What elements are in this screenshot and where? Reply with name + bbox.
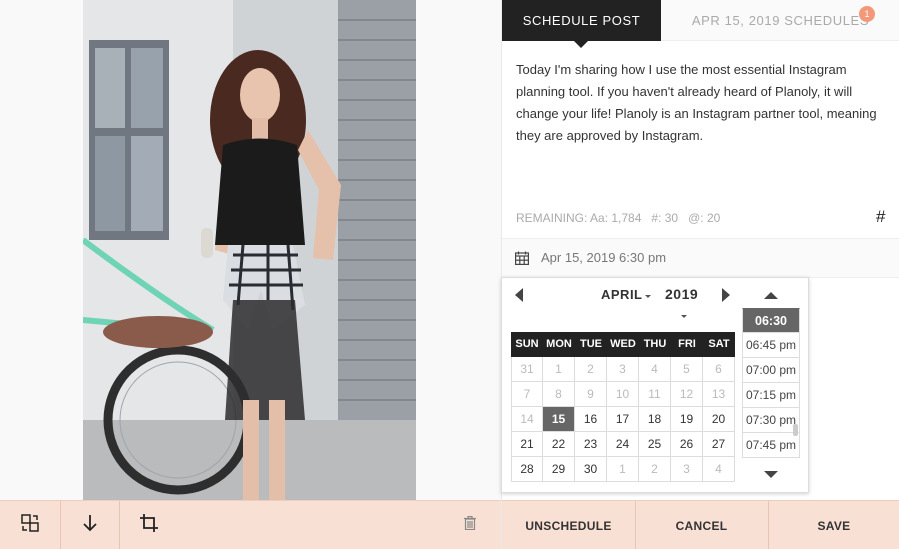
weekday-label: MON (546, 338, 572, 350)
weekday-label: FRI (678, 338, 696, 350)
time-option[interactable]: 07:45 pm (742, 433, 800, 458)
calendar-day[interactable]: 10 (607, 382, 639, 407)
tab-schedule-post[interactable]: SCHEDULE POST (502, 0, 661, 48)
time-option[interactable]: 07:30 pm (742, 408, 800, 433)
calendar-day[interactable]: 22 (543, 432, 575, 457)
save-button[interactable]: SAVE (768, 501, 899, 549)
time-up-icon[interactable] (764, 292, 778, 299)
tab-label: SCHEDULE POST (522, 13, 641, 28)
weekday-label: SUN (515, 338, 539, 350)
schedule-date-field[interactable]: Apr 15, 2019 6:30 pm (502, 239, 899, 278)
remaining-label: REMAINING: (516, 211, 588, 225)
calendar-week: 14 15 16 17 18 19 20 (511, 407, 735, 432)
delete-button[interactable] (455, 501, 485, 549)
remaining-hashtags: #: 30 (651, 211, 679, 225)
download-button[interactable] (60, 501, 120, 549)
hashtag-button[interactable]: # (876, 207, 885, 227)
time-list: 06:30 06:45 pm 07:00 pm 07:15 pm 07:30 p… (742, 308, 800, 458)
calendar-day[interactable]: 13 (703, 382, 735, 407)
calendar-day[interactable]: 28 (511, 457, 543, 482)
calendar-day[interactable]: 6 (703, 357, 735, 382)
crop-icon (139, 513, 159, 538)
next-month-icon[interactable] (722, 288, 730, 302)
action-bar: UNSCHEDULE CANCEL SAVE (502, 500, 899, 549)
calendar-icon (515, 251, 530, 270)
calendar-day[interactable]: 1 (607, 457, 639, 482)
cancel-button[interactable]: CANCEL (635, 501, 768, 549)
time-option[interactable]: 07:00 pm (742, 358, 800, 383)
weekday-label: WED (610, 338, 636, 350)
calendar-day[interactable]: 30 (575, 457, 607, 482)
calendar-day[interactable]: 25 (639, 432, 671, 457)
remaining-mentions: @: 20 (688, 211, 721, 225)
caption-text[interactable]: Today I'm sharing how I use the most ess… (516, 59, 888, 147)
weekday-label: THU (643, 338, 667, 350)
tab-label: APR 15, 2019 SCHEDULES (691, 13, 870, 28)
chevron-down-icon (645, 295, 651, 298)
weekday-header: SUN MON TUE WED THU FRI SAT (511, 332, 735, 357)
calendar-day[interactable]: 23 (575, 432, 607, 457)
calendar-day[interactable]: 5 (671, 357, 703, 382)
calendar-day[interactable]: 4 (703, 457, 735, 482)
calendar-day[interactable]: 3 (607, 357, 639, 382)
month-select[interactable]: APRIL (601, 287, 643, 302)
time-option-selected[interactable]: 06:30 (742, 308, 800, 333)
trash-icon (464, 515, 476, 535)
schedules-count-badge: 1 (859, 6, 875, 22)
calendar-day[interactable]: 2 (639, 457, 671, 482)
remaining-counter: REMAINING: Aa: 1,784 #: 30 @: 20 (516, 211, 720, 225)
calendar-week: 28 29 30 1 2 3 4 (511, 457, 735, 482)
calendar-day[interactable]: 14 (511, 407, 543, 432)
calendar-day-selected[interactable]: 15 (543, 407, 575, 432)
remaining-chars: Aa: 1,784 (590, 211, 642, 225)
calendar-day[interactable]: 8 (543, 382, 575, 407)
tab-bar: SCHEDULE POST APR 15, 2019 SCHEDULES 1 (502, 0, 899, 48)
weekday-label: SAT (708, 338, 730, 350)
calendar-day[interactable]: 21 (511, 432, 543, 457)
calendar-day[interactable]: 7 (511, 382, 543, 407)
date-time-picker: APRIL 2019 SUN MON TUE WED THU FRI SAT 3… (501, 277, 809, 493)
media-panel (0, 0, 501, 549)
calendar-day[interactable]: 17 (607, 407, 639, 432)
year-select[interactable]: 2019 (665, 286, 698, 302)
calendar-day[interactable]: 31 (511, 357, 543, 382)
time-scrollbar[interactable] (793, 424, 798, 436)
calendar-day[interactable]: 9 (575, 382, 607, 407)
calendar-day[interactable]: 2 (575, 357, 607, 382)
swap-icon (21, 514, 39, 537)
previous-month-icon[interactable] (515, 288, 523, 302)
arrow-down-icon (82, 514, 98, 537)
calendar-day[interactable]: 19 (671, 407, 703, 432)
schedule-date-value: Apr 15, 2019 6:30 pm (541, 250, 667, 265)
time-option[interactable]: 07:15 pm (742, 383, 800, 408)
calendar-day[interactable]: 1 (543, 357, 575, 382)
swap-media-button[interactable] (0, 501, 60, 549)
calendar-day[interactable]: 29 (543, 457, 575, 482)
crop-button[interactable] (119, 501, 179, 549)
calendar-day[interactable]: 20 (703, 407, 735, 432)
calendar-grid: SUN MON TUE WED THU FRI SAT 31 1 2 3 4 5… (511, 332, 735, 482)
calendar-day[interactable]: 12 (671, 382, 703, 407)
calendar-day[interactable]: 3 (671, 457, 703, 482)
calendar-week: 21 22 23 24 25 26 27 (511, 432, 735, 457)
calendar-week: 7 8 9 10 11 12 13 (511, 382, 735, 407)
weekday-label: TUE (580, 338, 602, 350)
chevron-down-icon (681, 315, 687, 318)
time-option[interactable]: 06:45 pm (742, 333, 800, 358)
calendar-day[interactable]: 11 (639, 382, 671, 407)
media-toolbar (0, 500, 501, 549)
post-photo (83, 0, 416, 500)
calendar-day[interactable]: 16 (575, 407, 607, 432)
calendar-week: 31 1 2 3 4 5 6 (511, 357, 735, 382)
calendar-day[interactable]: 18 (639, 407, 671, 432)
time-down-icon[interactable] (764, 471, 778, 478)
calendar-day[interactable]: 24 (607, 432, 639, 457)
unschedule-button[interactable]: UNSCHEDULE (502, 501, 635, 549)
calendar-day[interactable]: 27 (703, 432, 735, 457)
calendar-day[interactable]: 4 (639, 357, 671, 382)
calendar-day[interactable]: 26 (671, 432, 703, 457)
